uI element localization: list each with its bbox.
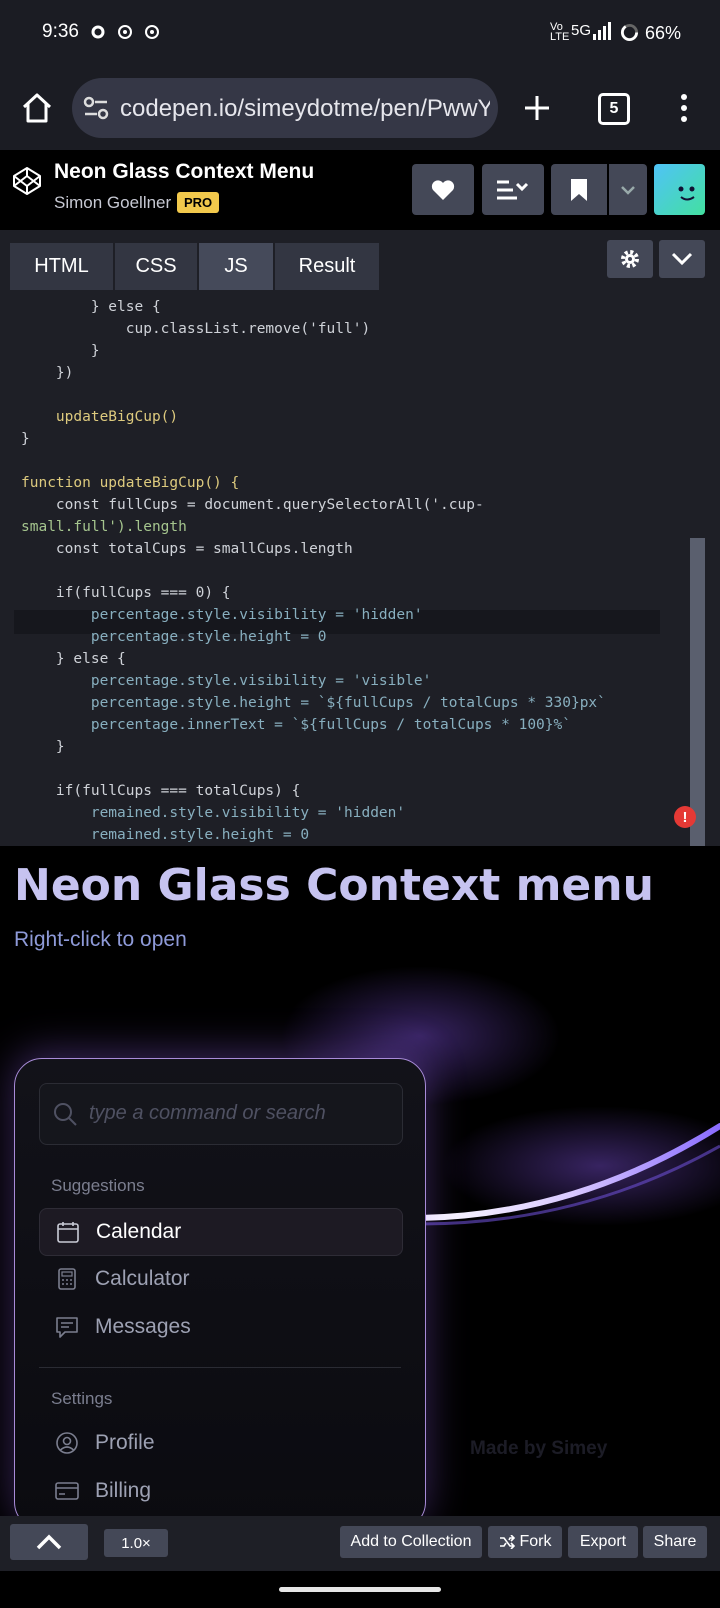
editor-collapse-button[interactable] xyxy=(659,240,705,278)
editor-settings-button[interactable] xyxy=(607,240,653,278)
like-button[interactable] xyxy=(412,164,474,215)
result-subheading: Right-click to open xyxy=(14,928,187,951)
home-gesture-bar[interactable] xyxy=(279,1587,441,1592)
status-time: 9:36 xyxy=(42,21,79,42)
suggestions-label: Suggestions xyxy=(51,1176,145,1195)
menu-item-billing[interactable]: Billing xyxy=(39,1468,401,1514)
menu-item-label: Profile xyxy=(95,1431,155,1454)
menu-item-label: Calculator xyxy=(95,1267,190,1290)
code-line: remained.style.height = 0 xyxy=(21,827,310,843)
menu-item-calendar[interactable]: Calendar xyxy=(39,1208,403,1256)
settings-label: Settings xyxy=(51,1389,113,1408)
menu-item-profile[interactable]: Profile xyxy=(39,1420,401,1466)
bookmark-icon xyxy=(571,178,587,201)
more-menu-icon[interactable] xyxy=(678,93,690,123)
avatar[interactable] xyxy=(654,164,705,215)
code-line: } else { xyxy=(21,651,126,667)
notification-icon xyxy=(145,25,159,39)
signal-icon xyxy=(593,22,611,40)
tab-css[interactable]: CSS xyxy=(115,243,197,290)
console-toggle-button[interactable] xyxy=(10,1524,88,1560)
result-heading: Neon Glass Context menu xyxy=(14,860,654,911)
heart-icon xyxy=(431,179,455,200)
code-line: percentage.style.visibility = 'visible' xyxy=(21,673,432,689)
code-line: if(fullCups === totalCups) { xyxy=(21,783,301,799)
notification-icon xyxy=(118,25,132,39)
profile-icon xyxy=(56,1432,78,1454)
code-line: remained.style.visibility = 'hidden' xyxy=(21,805,406,821)
tab-js[interactable]: JS xyxy=(199,243,273,290)
add-to-collection-button[interactable]: Add to Collection xyxy=(340,1526,482,1558)
home-icon[interactable] xyxy=(20,91,54,125)
chevron-down-icon xyxy=(621,185,635,195)
credit-text: Made by Simey xyxy=(470,1438,608,1459)
bookmark-dropdown-button[interactable] xyxy=(609,164,647,215)
volte-icon: Vo LTE xyxy=(550,21,570,43)
menu-item-label: Calendar xyxy=(96,1220,182,1243)
error-indicator-icon[interactable]: ! xyxy=(674,806,696,828)
calculator-icon xyxy=(58,1268,76,1290)
code-editor[interactable]: } else { cup.classList.remove('full') } … xyxy=(0,290,720,846)
network-type: 5G xyxy=(571,22,592,39)
list-dropdown-icon xyxy=(497,180,529,199)
code-line: function updateBigCup() { xyxy=(21,475,240,491)
code-line: percentage.style.height = 0 xyxy=(21,629,327,645)
code-line: } else { xyxy=(21,299,161,315)
code-line: } xyxy=(21,343,100,359)
avatar-face-icon xyxy=(678,186,695,201)
share-button[interactable]: Share xyxy=(643,1526,707,1558)
site-settings-icon[interactable] xyxy=(83,96,109,120)
gear-icon xyxy=(621,250,639,268)
battery-level: 66% xyxy=(645,23,682,43)
tab-html[interactable]: HTML xyxy=(10,243,113,290)
export-button[interactable]: Export xyxy=(568,1526,638,1558)
code-line: updateBigCup() xyxy=(21,409,179,425)
search-icon xyxy=(54,1103,77,1126)
zoom-button[interactable]: 1.0× xyxy=(104,1529,168,1557)
menu-item-calculator[interactable]: Calculator xyxy=(39,1256,401,1302)
new-tab-icon[interactable] xyxy=(522,93,552,123)
code-line: } xyxy=(21,739,65,755)
code-line: cup.classList.remove('full') xyxy=(21,321,371,337)
fork-label: Fork xyxy=(519,1533,552,1550)
calendar-icon xyxy=(57,1222,79,1243)
code-line: const fullCups = document.querySelectorA… xyxy=(21,497,484,513)
menu-divider xyxy=(39,1367,401,1368)
code-scrollbar[interactable] xyxy=(690,538,705,846)
code-line: if(fullCups === 0) { xyxy=(21,585,231,601)
codepen-logo-icon[interactable] xyxy=(12,166,42,196)
pen-title: Neon Glass Context Menu xyxy=(54,160,315,183)
add-to-list-button[interactable] xyxy=(482,164,544,215)
code-line: }) xyxy=(21,365,74,381)
settings-status-icon xyxy=(91,25,105,39)
menu-item-label: Billing xyxy=(95,1479,152,1502)
chevron-down-icon xyxy=(671,252,693,266)
code-line: } xyxy=(21,431,30,447)
code-line: small.full').length xyxy=(21,519,187,535)
code-line: percentage.style.visibility = 'hidden' xyxy=(21,607,423,623)
battery-icon xyxy=(620,23,639,42)
menu-item-label: Messages xyxy=(95,1315,191,1338)
code-line: const totalCups = smallCups.length xyxy=(21,541,353,557)
author-name[interactable]: Simon Goellner xyxy=(54,193,171,213)
search-placeholder: type a command or search xyxy=(89,1102,326,1124)
chevron-up-icon xyxy=(36,1534,62,1550)
status-bar: 9:36 Vo LTE 5G 66% xyxy=(0,0,720,66)
pro-badge: PRO xyxy=(177,192,220,213)
url-text[interactable]: codepen.io/simeydotme/pen/PwwY xyxy=(120,95,490,123)
menu-item-messages[interactable]: Messages xyxy=(39,1304,401,1350)
code-line: percentage.innerText = `${fullCups / tot… xyxy=(21,717,571,733)
bookmark-button[interactable] xyxy=(551,164,607,215)
tab-result[interactable]: Result xyxy=(275,243,379,290)
message-icon xyxy=(56,1317,78,1338)
credit-card-icon xyxy=(55,1482,79,1500)
tab-switcher-button[interactable]: 5 xyxy=(598,93,630,125)
fork-icon xyxy=(499,1535,515,1549)
code-line: percentage.style.height = `${fullCups / … xyxy=(21,695,606,711)
fork-button[interactable]: Fork xyxy=(488,1526,562,1558)
